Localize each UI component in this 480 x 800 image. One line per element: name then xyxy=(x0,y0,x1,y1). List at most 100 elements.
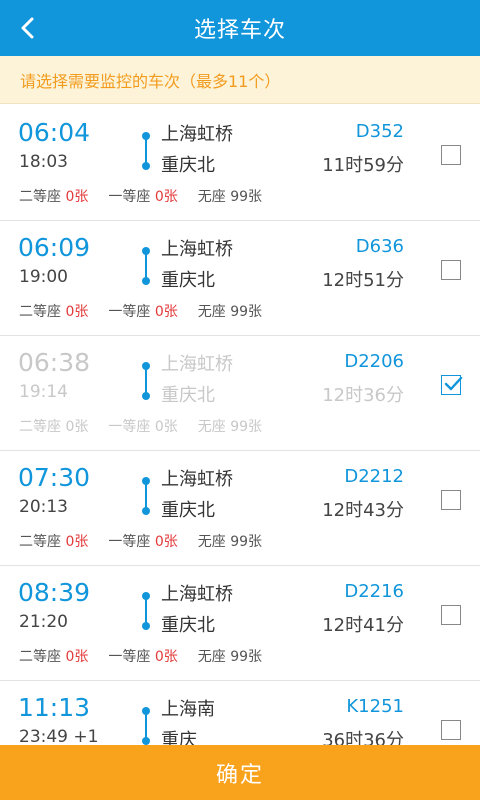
route-line-icon xyxy=(140,477,152,515)
seat-type: 无座 xyxy=(197,304,226,320)
arrival-time: 18:03 xyxy=(19,152,68,172)
seat-info: 一等座 0张 xyxy=(108,416,177,436)
confirm-button[interactable]: 确定 xyxy=(0,745,480,800)
page-title: 选择车次 xyxy=(193,18,286,43)
seat-info: 二等座 0张 xyxy=(19,646,88,666)
seat-count: 0张 xyxy=(154,419,178,435)
app-header: 选择车次 xyxy=(0,0,480,56)
to-station: 重庆 xyxy=(161,730,197,746)
departure-time: 11:13 xyxy=(18,693,91,722)
seat-info: 一等座 0张 xyxy=(108,186,177,206)
train-row[interactable]: 07:30 20:13 上海虹桥 重庆北 D2212 12时43分 二等座 0张 一等座 0张… xyxy=(0,451,480,566)
notice-banner: 请选择需要监控的车次（最多11个） xyxy=(0,56,480,104)
train-row[interactable]: 06:04 18:03 上海虹桥 重庆北 D352 11时59分 二等座 0张 一等座 0张无… xyxy=(0,106,480,221)
back-button[interactable] xyxy=(0,0,56,56)
seat-type: 无座 xyxy=(197,534,226,550)
seat-info: 一等座 0张 xyxy=(108,531,177,551)
seat-info: 无座 99张 xyxy=(198,186,262,206)
seat-info: 无座 99张 xyxy=(198,301,262,321)
train-row[interactable]: 08:39 21:20 上海虹桥 重庆北 D2216 12时41分 二等座 0张 一等座 0张… xyxy=(0,566,480,681)
select-checkbox[interactable] xyxy=(441,260,461,280)
train-number: K1251 xyxy=(346,696,404,717)
arrival-time: 23:49 +1 xyxy=(19,727,99,746)
seat-count: 99张 xyxy=(230,649,263,665)
seat-count: 0张 xyxy=(154,189,178,205)
back-chevron-icon xyxy=(21,17,34,39)
seat-type: 一等座 xyxy=(108,189,151,205)
departure-time: 06:09 xyxy=(18,233,91,262)
seat-availability: 二等座 0张 一等座 0张 无座 99张 xyxy=(19,301,282,321)
arrival-time: 19:14 xyxy=(19,382,68,402)
trip-duration: 12时41分 xyxy=(322,615,404,636)
seat-count: 0张 xyxy=(154,304,178,320)
from-station: 上海南 xyxy=(161,699,215,720)
seat-availability: 二等座 0张 一等座 0张 无座 99张 xyxy=(19,646,282,666)
train-number: D636 xyxy=(355,236,404,257)
seat-info: 无座 99张 xyxy=(198,416,262,436)
arrival-time: 20:13 xyxy=(19,497,68,517)
train-row[interactable]: 11:13 23:49 +1 上海南重庆 K1251 36时36分 xyxy=(0,681,480,746)
trip-duration: 11时59分 xyxy=(322,155,404,176)
seat-count: 0张 xyxy=(65,649,89,665)
checkmark-icon xyxy=(444,376,463,391)
departure-time: 06:38 xyxy=(18,348,91,377)
select-checkbox[interactable] xyxy=(441,720,461,740)
train-list: 06:04 18:03 上海虹桥 重庆北 D352 11时59分 二等座 0张 一等座 0张无… xyxy=(0,106,480,746)
seat-info: 一等座 0张 xyxy=(108,646,177,666)
seat-type: 二等座 xyxy=(19,534,61,550)
from-station: 上海虹桥 xyxy=(161,124,233,145)
train-number: D352 xyxy=(355,121,404,142)
seat-info: 二等座 0张 xyxy=(19,186,88,206)
seat-count: 0张 xyxy=(65,419,89,435)
seat-info: 二等座 0张 xyxy=(19,301,88,321)
train-row[interactable]: 06:09 19:00 上海虹桥 重庆北 D636 12时51分 二等座 0张 一等座 0张无… xyxy=(0,221,480,336)
train-row[interactable]: 06:38 19:14 上海虹桥 重庆北 D2206 12时36分 二等座 0张 一等座 0张… xyxy=(0,336,480,451)
select-checkbox[interactable] xyxy=(441,605,461,625)
seat-count: 0张 xyxy=(65,304,89,320)
route-line-icon xyxy=(140,247,152,285)
seat-count: 0张 xyxy=(65,534,89,550)
arrival-time: 21:20 xyxy=(19,612,68,632)
departure-time: 07:30 xyxy=(18,463,91,492)
seat-type: 一等座 xyxy=(108,304,151,320)
trip-duration: 12时36分 xyxy=(322,385,404,406)
select-checkbox[interactable] xyxy=(441,145,461,165)
to-station: 重庆北 xyxy=(161,270,215,291)
seat-count: 0张 xyxy=(154,649,178,665)
seat-count: 99张 xyxy=(230,419,263,435)
seat-type: 一等座 xyxy=(108,534,151,550)
seat-count: 99张 xyxy=(230,189,263,205)
select-checkbox[interactable] xyxy=(441,490,461,510)
train-number: D2212 xyxy=(344,466,404,487)
seat-type: 无座 xyxy=(197,189,226,205)
from-station: 上海虹桥 xyxy=(161,239,233,260)
route-line-icon xyxy=(140,592,152,630)
seat-type: 二等座 xyxy=(19,419,61,435)
seat-availability: 二等座 0张 一等座 0张 无座 99张 xyxy=(19,531,282,551)
arrival-time: 19:00 xyxy=(19,267,68,287)
seat-availability: 二等座 0张 一等座 0张 无座 99张 xyxy=(19,186,282,206)
seat-count: 0张 xyxy=(154,534,178,550)
to-station: 重庆北 xyxy=(161,500,215,521)
departure-time: 06:04 xyxy=(18,118,91,147)
seat-info: 无座 99张 xyxy=(198,646,262,666)
to-station: 重庆北 xyxy=(161,615,215,636)
seat-count: 0张 xyxy=(65,189,89,205)
trip-duration: 12时51分 xyxy=(322,270,404,291)
select-checkbox[interactable] xyxy=(441,375,463,395)
to-station: 重庆北 xyxy=(161,155,215,176)
seat-type: 一等座 xyxy=(108,419,151,435)
from-station: 上海虹桥 xyxy=(161,354,233,375)
departure-time: 08:39 xyxy=(18,578,91,607)
seat-info: 无座 99张 xyxy=(198,531,262,551)
from-station: 上海虹桥 xyxy=(161,584,233,605)
seat-info: 一等座 0张 xyxy=(108,301,177,321)
seat-type: 无座 xyxy=(197,419,226,435)
seat-type: 一等座 xyxy=(108,649,151,665)
seat-count: 99张 xyxy=(230,304,263,320)
seat-type: 二等座 xyxy=(19,304,61,320)
trip-duration: 36时36分 xyxy=(322,730,404,746)
seat-info: 二等座 0张 xyxy=(19,416,88,436)
seat-count: 99张 xyxy=(230,534,263,550)
train-number: D2206 xyxy=(344,351,404,372)
